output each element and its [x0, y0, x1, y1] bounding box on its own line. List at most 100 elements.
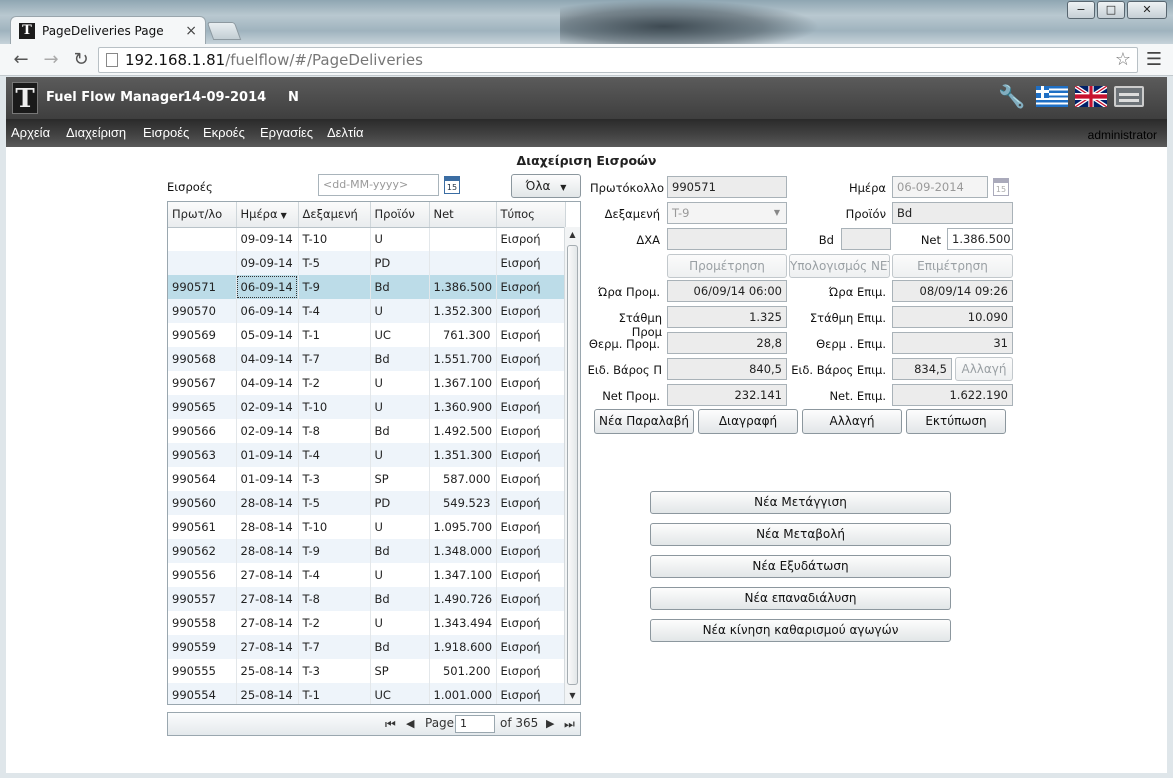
tab-close-icon[interactable]: × — [185, 23, 197, 39]
pre-net-field[interactable]: 232.141 — [667, 384, 787, 406]
day-label: Ημέρα — [848, 181, 886, 195]
table-row[interactable]: 990555 25-08-14 T-3 SP 501.200 Εισροή — [168, 659, 566, 683]
pre-temp-field[interactable]: 28,8 — [667, 332, 787, 354]
product-field[interactable]: Bd — [892, 202, 1013, 224]
uk-flag-icon[interactable] — [1075, 86, 1107, 107]
post-temp-field[interactable]: 31 — [892, 332, 1013, 354]
browser-menu-icon[interactable]: ☰ — [1143, 49, 1165, 71]
inflows-grid: Πρωτ/λο Ημέρα ▼ Δεξαμενή Προϊόν Net Τύπος… — [167, 201, 581, 705]
minimize-button[interactable]: − — [1067, 1, 1095, 19]
table-row[interactable]: 990566 02-09-14 T-8 Bd 1.492.500 Εισροή — [168, 419, 566, 443]
column-header-net[interactable]: Net — [429, 202, 497, 228]
column-header-tank[interactable]: Δεξαμενή — [298, 202, 371, 228]
tank-select[interactable]: T-9 ▼ — [667, 202, 787, 224]
cell-net: 587.000 — [429, 467, 497, 491]
menu-item-outflows[interactable]: Εκροές — [203, 125, 245, 140]
new-transfer-button[interactable]: Νέα Μετάγγιση — [650, 491, 951, 514]
new-change-button[interactable]: Νέα Μεταβολή — [650, 523, 951, 546]
pre-time-field[interactable]: 06/09/14 06:00 — [667, 280, 787, 302]
back-arrow-icon[interactable]: ← — [10, 49, 32, 71]
dxa-label: ΔΧΑ — [636, 233, 660, 247]
pre-level-field[interactable]: 1.325 — [667, 306, 787, 328]
cell-protocol: 990559 — [168, 635, 237, 659]
density-change-button[interactable]: Αλλαγή — [955, 357, 1013, 381]
protocol-field[interactable]: 990571 — [667, 176, 787, 198]
menu-item-management[interactable]: Διαχείριση — [66, 125, 126, 140]
type-filter-dropdown[interactable]: Όλα ▼ — [511, 174, 581, 198]
wrench-icon[interactable]: 🔧 — [998, 85, 1025, 111]
cell-net — [429, 251, 497, 275]
table-row[interactable]: 990568 04-09-14 T-7 Bd 1.551.700 Εισροή — [168, 347, 566, 371]
table-row[interactable]: 990571 06-09-14 T-9 Bd 1.386.500 Εισροή — [168, 275, 566, 299]
calculate-net-button[interactable]: Υπολογισμός NET — [789, 254, 890, 278]
forward-arrow-icon[interactable]: → — [40, 49, 62, 71]
table-row[interactable]: 990556 27-08-14 T-4 U 1.347.100 Εισροή — [168, 563, 566, 587]
table-row[interactable]: 990565 02-09-14 T-10 U 1.360.900 Εισροή — [168, 395, 566, 419]
table-row[interactable]: 09-09-14 T-5 PD Εισροή — [168, 251, 566, 275]
dxa-field[interactable] — [667, 228, 787, 250]
menu-item-inflows[interactable]: Εισροές — [143, 125, 189, 140]
table-row[interactable]: 990564 01-09-14 T-3 SP 587.000 Εισροή — [168, 467, 566, 491]
address-bar[interactable]: 192.168.1.81/fuelflow/#/PageDeliveries ☆ — [98, 47, 1138, 73]
net-field[interactable]: 1.386.500 — [947, 228, 1013, 250]
post-density-field[interactable]: 834,5 — [892, 358, 952, 380]
form-calendar-icon[interactable]: 15 — [993, 178, 1009, 196]
scrollbar-thumb[interactable] — [567, 245, 578, 685]
greek-flag-icon[interactable] — [1036, 86, 1068, 107]
menu-item-reports[interactable]: Δελτία — [327, 125, 364, 140]
cell-type: Εισροή — [496, 443, 566, 467]
post-net-field[interactable]: 1.622.190 — [892, 384, 1013, 406]
new-tab-button[interactable] — [206, 22, 242, 40]
post-level-field[interactable]: 10.090 — [892, 306, 1013, 328]
bd-field[interactable] — [841, 228, 891, 250]
delete-button[interactable]: Διαγραφή — [698, 409, 798, 434]
maximize-button[interactable]: □ — [1097, 1, 1125, 19]
new-redissolution-button[interactable]: Νέα επαναδιάλυση — [650, 587, 951, 610]
last-page-icon[interactable]: ⏭ — [564, 717, 575, 732]
table-row[interactable]: 990554 25-08-14 T-1 UC 1.001.000 Εισροή — [168, 683, 566, 704]
new-pipe-cleaning-button[interactable]: Νέα κίνηση καθαρισμού αγωγών — [650, 619, 951, 642]
close-window-button[interactable]: ✕ — [1127, 1, 1167, 19]
bookmark-star-icon[interactable]: ☆ — [1115, 48, 1131, 72]
scroll-down-icon[interactable]: ▼ — [565, 688, 580, 704]
menu-item-files[interactable]: Αρχεία — [11, 125, 50, 140]
previous-page-icon[interactable]: ◀ — [406, 717, 414, 730]
url-host: 192.168.1.81 — [125, 51, 226, 69]
menu-item-tasks[interactable]: Εργασίες — [260, 125, 313, 140]
column-header-protocol[interactable]: Πρωτ/λο — [168, 202, 237, 228]
column-header-product[interactable]: Προϊόν — [370, 202, 430, 228]
list-date-filter-input[interactable]: <dd-MM-yyyy> — [318, 174, 439, 196]
table-row[interactable]: 09-09-14 T-10 U Εισροή — [168, 227, 566, 251]
scroll-up-icon[interactable]: ▲ — [565, 227, 580, 243]
post-time-field[interactable]: 08/09/14 09:26 — [892, 280, 1013, 302]
page-number-input[interactable]: 1 — [455, 715, 495, 733]
column-header-day[interactable]: Ημέρα ▼ — [236, 202, 299, 228]
next-page-icon[interactable]: ▶ — [546, 717, 554, 730]
first-page-icon[interactable]: ⏮ — [385, 717, 396, 732]
table-row[interactable]: 990567 04-09-14 T-2 U 1.367.100 Εισροή — [168, 371, 566, 395]
table-row[interactable]: 990569 05-09-14 T-1 UC 761.300 Εισροή — [168, 323, 566, 347]
table-row[interactable]: 990562 28-08-14 T-9 Bd 1.348.000 Εισροή — [168, 539, 566, 563]
print-button[interactable]: Εκτύπωση — [906, 409, 1006, 434]
new-dehydration-button[interactable]: Νέα Εξυδάτωση — [650, 555, 951, 578]
change-button[interactable]: Αλλαγή — [802, 409, 902, 434]
calendar-icon[interactable]: 15 — [444, 176, 460, 194]
table-row[interactable]: 990570 06-09-14 T-4 U 1.352.300 Εισροή — [168, 299, 566, 323]
table-row[interactable]: 990558 27-08-14 T-2 U 1.343.494 Εισροή — [168, 611, 566, 635]
remeasure-button[interactable]: Επιμέτρηση — [892, 254, 1013, 278]
day-field[interactable]: 06-09-2014 — [892, 176, 988, 198]
browser-tab[interactable]: T PageDeliveries Page × — [10, 16, 206, 44]
column-header-type[interactable]: Τύπος — [496, 202, 566, 228]
new-receipt-button[interactable]: Νέα Παραλαβή — [594, 409, 694, 434]
table-row[interactable]: 990557 27-08-14 T-8 Bd 1.490.726 Εισροή — [168, 587, 566, 611]
pre-density-field[interactable]: 840,5 — [667, 358, 787, 380]
premeasure-button[interactable]: Προμέτρηση — [667, 254, 787, 278]
table-row[interactable]: 990560 28-08-14 T-5 PD 549.523 Εισροή — [168, 491, 566, 515]
table-row[interactable]: 990563 01-09-14 T-4 U 1.351.300 Εισροή — [168, 443, 566, 467]
card-reader-icon[interactable] — [1114, 86, 1144, 107]
table-row[interactable]: 990559 27-08-14 T-7 Bd 1.918.600 Εισροή — [168, 635, 566, 659]
grid-vertical-scrollbar[interactable]: ▲ ▼ — [564, 227, 580, 704]
table-row[interactable]: 990561 28-08-14 T-10 U 1.095.700 Εισροή — [168, 515, 566, 539]
cell-tank: T-9 — [298, 275, 371, 299]
reload-icon[interactable]: ↻ — [70, 49, 92, 71]
